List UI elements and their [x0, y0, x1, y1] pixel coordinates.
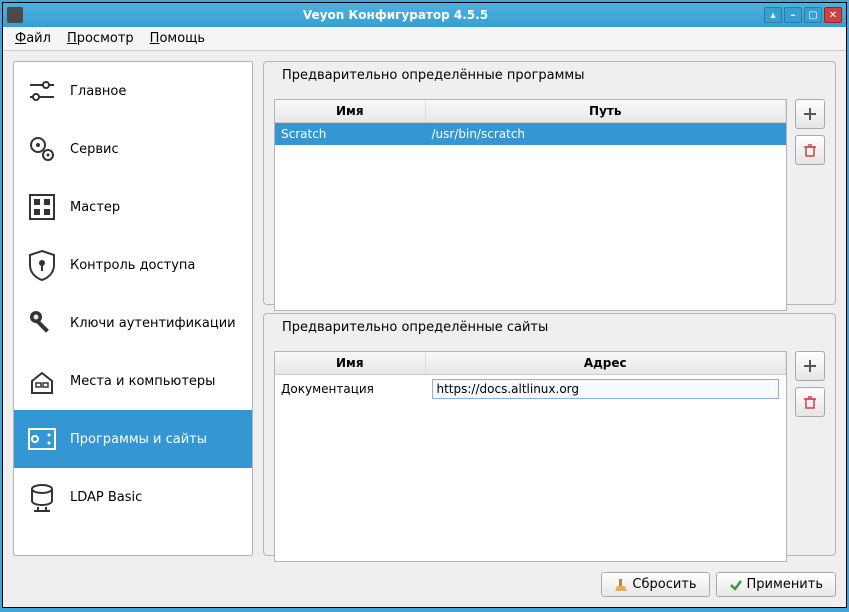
menu-view-label: росмотр — [77, 31, 134, 46]
sites-group: Предварительно определённые сайты Имя Ад… — [263, 313, 836, 557]
sites-addr-input[interactable] — [432, 379, 780, 399]
sites-add-button[interactable] — [795, 351, 825, 381]
apply-button[interactable]: Применить — [716, 572, 836, 597]
programs-group-title: Предварительно определённые программы — [278, 68, 589, 83]
sites-cell-name[interactable]: Документация — [275, 374, 425, 403]
nav-places-label: Места и компьютеры — [70, 374, 215, 389]
menu-help-label: омощь — [159, 31, 205, 46]
shield-icon — [24, 247, 60, 283]
close-button[interactable]: ✕ — [824, 7, 842, 23]
programs-cell-name[interactable]: Scratch — [275, 123, 425, 146]
sidebar: Главное Сервис Мастер Контроль доступа — [13, 61, 253, 556]
nav-ldap[interactable]: LDAP Basic — [14, 468, 252, 526]
maximize-button[interactable]: ▢ — [804, 7, 822, 23]
titlebar: Veyon Конфигуратор 4.5.5 ▴ – ▢ ✕ — [3, 3, 846, 27]
footer: Сбросить Применить — [3, 566, 846, 607]
sites-col-addr[interactable]: Адрес — [425, 352, 786, 375]
menu-help[interactable]: Помощь — [142, 29, 213, 48]
sites-delete-button[interactable] — [795, 387, 825, 417]
menu-view[interactable]: Просмотр — [59, 29, 142, 48]
programs-table[interactable]: Имя Путь Scratch /usr/bin/scratch — [274, 99, 787, 311]
app-window-icon — [24, 421, 60, 457]
sites-row[interactable]: Документация — [275, 374, 786, 403]
apply-label: Применить — [747, 577, 823, 592]
network-icon — [24, 363, 60, 399]
nav-master-label: Мастер — [70, 200, 120, 215]
nav-places[interactable]: Места и компьютеры — [14, 352, 252, 410]
menubar: Файл Просмотр Помощь — [3, 27, 846, 51]
reset-button[interactable]: Сбросить — [601, 572, 709, 597]
reset-label: Сбросить — [632, 577, 696, 592]
app-icon — [7, 7, 23, 23]
nav-programs-label: Программы и сайты — [70, 432, 207, 447]
nav-service-label: Сервис — [70, 142, 119, 157]
menu-file[interactable]: Файл — [7, 29, 59, 48]
programs-col-name[interactable]: Имя — [275, 100, 425, 123]
gears-icon — [24, 131, 60, 167]
trash-icon — [803, 395, 817, 409]
nav-keys[interactable]: Ключи аутентификации — [14, 294, 252, 352]
nav-programs[interactable]: Программы и сайты — [14, 410, 252, 468]
grid-icon — [24, 189, 60, 225]
programs-cell-path[interactable]: /usr/bin/scratch — [425, 123, 786, 146]
programs-delete-button[interactable] — [795, 135, 825, 165]
database-icon — [24, 479, 60, 515]
sites-group-title: Предварительно определённые сайты — [278, 320, 552, 335]
check-icon — [729, 578, 743, 592]
nav-main-label: Главное — [70, 84, 126, 99]
menu-file-label: айл — [26, 31, 51, 46]
plus-icon — [803, 107, 817, 121]
nav-ldap-label: LDAP Basic — [70, 490, 142, 505]
broom-icon — [614, 578, 628, 592]
nav-service[interactable]: Сервис — [14, 120, 252, 178]
sites-table[interactable]: Имя Адрес Документация — [274, 351, 787, 563]
nav-keys-label: Ключи аутентификации — [70, 316, 236, 331]
trash-icon — [803, 143, 817, 157]
nav-main[interactable]: Главное — [14, 62, 252, 120]
programs-row[interactable]: Scratch /usr/bin/scratch — [275, 123, 786, 146]
nav-access-label: Контроль доступа — [70, 258, 195, 273]
app-window: Veyon Конфигуратор 4.5.5 ▴ – ▢ ✕ Файл Пр… — [2, 2, 847, 608]
sliders-icon — [24, 73, 60, 109]
nav-access[interactable]: Контроль доступа — [14, 236, 252, 294]
minimize-button[interactable]: – — [784, 7, 802, 23]
programs-col-path[interactable]: Путь — [425, 100, 786, 123]
sites-cell-addr[interactable] — [425, 374, 786, 403]
plus-icon — [803, 359, 817, 373]
sites-col-name[interactable]: Имя — [275, 352, 425, 375]
nav-master[interactable]: Мастер — [14, 178, 252, 236]
programs-group: Предварительно определённые программы Им… — [263, 61, 836, 305]
window-title: Veyon Конфигуратор 4.5.5 — [27, 8, 764, 22]
key-icon — [24, 305, 60, 341]
programs-add-button[interactable] — [795, 99, 825, 129]
rollup-button[interactable]: ▴ — [764, 7, 782, 23]
